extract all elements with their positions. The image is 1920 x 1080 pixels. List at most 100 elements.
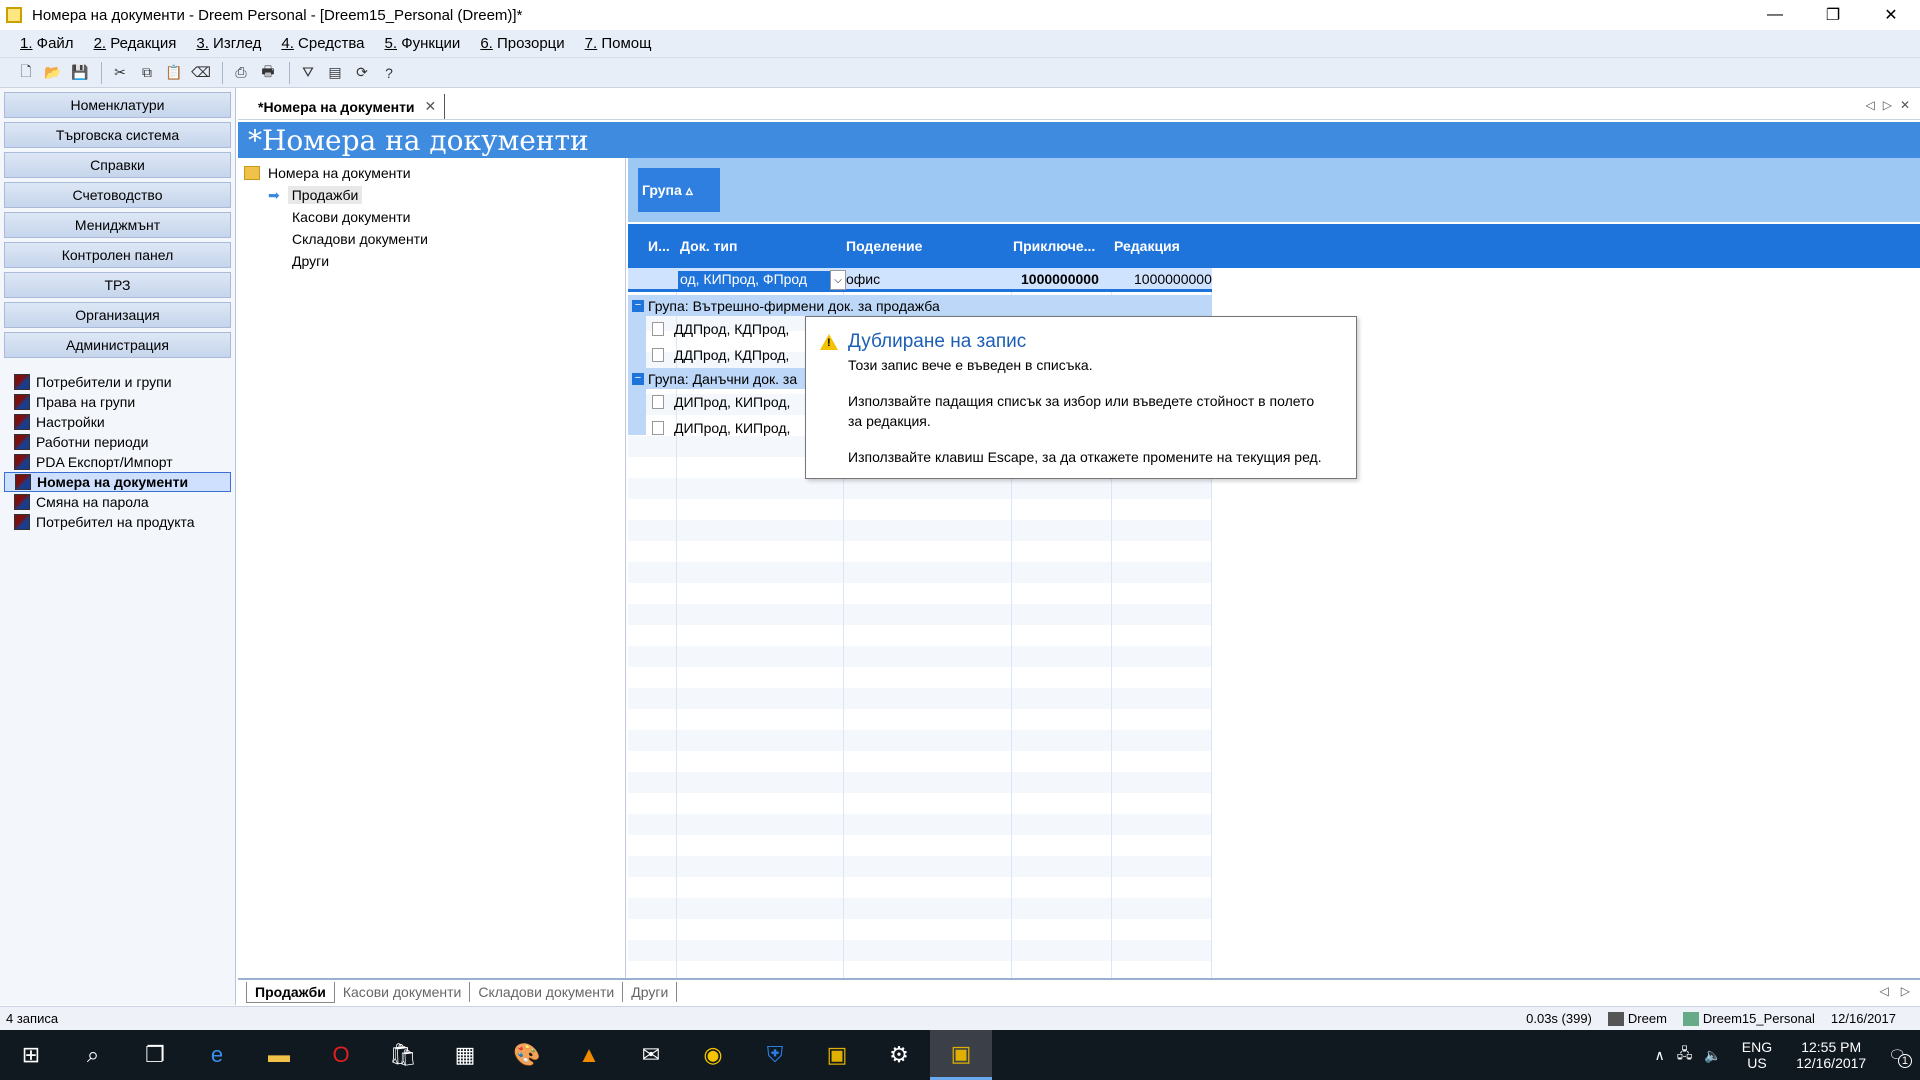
group-column-button[interactable]: Група ▵ xyxy=(638,168,720,212)
nav-control-panel[interactable]: Контролен панел xyxy=(4,242,231,268)
collapse-icon[interactable]: − xyxy=(632,299,644,312)
admin-item-doc-numbers[interactable]: Номера на документи xyxy=(4,472,231,492)
refresh-icon[interactable]: ⟳ xyxy=(350,61,374,85)
clock[interactable]: 12:55 PM 12/16/2017 xyxy=(1796,1039,1866,1071)
tab-other[interactable]: Други xyxy=(623,982,678,1002)
menu-file[interactable]: 1. Файл xyxy=(20,35,74,52)
opera-icon[interactable]: O xyxy=(310,1030,372,1080)
tab-next-icon[interactable]: ▷ xyxy=(1901,984,1910,998)
grid-stripe xyxy=(628,856,1212,877)
division-cell[interactable]: офис xyxy=(846,271,880,287)
file-explorer-icon[interactable]: ▬ xyxy=(248,1030,310,1080)
tab-warehouse[interactable]: Складови документи xyxy=(470,982,624,1002)
grid-stripe xyxy=(628,541,1212,562)
language-indicator[interactable]: ENG US xyxy=(1742,1039,1772,1071)
nav-reports[interactable]: Справки xyxy=(4,152,231,178)
column-header-edition[interactable]: Редакция xyxy=(1114,238,1180,254)
nav-administration[interactable]: Администрация xyxy=(4,332,231,358)
dreem-taskbar-icon[interactable]: ▣ xyxy=(806,1030,868,1080)
help-icon[interactable]: ? xyxy=(377,61,401,85)
admin-item-settings[interactable]: Настройки xyxy=(4,412,231,432)
nav-payroll[interactable]: ТРЗ xyxy=(4,272,231,298)
tree-item-other[interactable]: Други xyxy=(238,250,625,272)
column-header-id[interactable]: И... xyxy=(648,238,670,254)
tree-root[interactable]: Номера на документи xyxy=(238,162,625,184)
tab-sales[interactable]: Продажби xyxy=(246,981,335,1003)
edge-icon[interactable]: e xyxy=(186,1030,248,1080)
search-icon[interactable]: ⌕ xyxy=(62,1030,124,1080)
windows-start-icon[interactable]: ⊞ xyxy=(0,1030,62,1080)
cut-icon[interactable]: ✂ xyxy=(108,61,132,85)
admin-item-product-user[interactable]: Потребител на продукта xyxy=(4,512,231,532)
calculator-icon[interactable]: ▦ xyxy=(434,1030,496,1080)
admin-item-group-rights[interactable]: Права на групи xyxy=(4,392,231,412)
admin-item-users[interactable]: Потребители и групи xyxy=(4,372,231,392)
tree-item-sales[interactable]: ➡ Продажби xyxy=(238,184,625,206)
chevron-up-icon[interactable]: ∧ xyxy=(1654,1047,1664,1064)
chevron-down-icon[interactable]: ⌵ xyxy=(830,270,846,290)
network-icon[interactable]: 🖧 xyxy=(1677,1043,1693,1067)
filter-icon[interactable]: ⛛ xyxy=(296,61,320,85)
grid-stripe xyxy=(628,625,1212,646)
menu-view[interactable]: 3. Изглед xyxy=(196,35,261,52)
menu-windows[interactable]: 6. Прозорци xyxy=(480,35,564,52)
paint-icon[interactable]: 🎨 xyxy=(496,1030,558,1080)
nav-accounting[interactable]: Счетоводство xyxy=(4,182,231,208)
mail-icon[interactable]: ✉ xyxy=(620,1030,682,1080)
menu-help[interactable]: 7. Помощ xyxy=(585,35,652,52)
column-header-doc-type[interactable]: Док. тип xyxy=(680,238,737,254)
minimize-button[interactable]: — xyxy=(1746,0,1804,30)
print-preview-icon[interactable]: 🖶 xyxy=(256,61,280,85)
app-icon[interactable]: ◉ xyxy=(682,1030,744,1080)
menu-functions[interactable]: 5. Функции xyxy=(385,35,461,52)
tab-prev-icon[interactable]: ◁ xyxy=(1880,984,1889,998)
status-date: 12/16/2017 xyxy=(1830,1011,1896,1026)
admin-item-change-password[interactable]: Смяна на парола xyxy=(4,492,231,512)
toolbar-separator xyxy=(101,61,102,84)
edition-cell[interactable]: 1000000000 xyxy=(1134,271,1212,287)
doc-type-input[interactable]: од, КИПрод, ФПрод xyxy=(678,271,838,289)
store-icon[interactable]: 🛍 xyxy=(372,1030,434,1080)
menu-tools[interactable]: 4. Средства xyxy=(281,35,364,52)
close-tab-icon[interactable]: ✕ xyxy=(425,98,437,115)
new-icon[interactable]: 🗋 xyxy=(14,61,38,85)
tab-doc-numbers[interactable]: *Номера на документи ✕ xyxy=(250,94,446,119)
volume-icon[interactable]: 🔈 xyxy=(1704,1047,1721,1064)
nav-nomenclatures[interactable]: Номенклатури xyxy=(4,92,231,118)
restore-button[interactable]: ❐ xyxy=(1804,0,1862,30)
folder-icon xyxy=(244,166,260,180)
tooltip-text: за редакция. xyxy=(848,413,931,429)
window-icon[interactable]: ▤ xyxy=(323,61,347,85)
column-header-division[interactable]: Поделение xyxy=(846,238,922,254)
tab-cash[interactable]: Касови документи xyxy=(335,982,471,1002)
collapse-icon[interactable]: − xyxy=(632,372,644,385)
grid-stripe xyxy=(628,793,1212,814)
settings-icon[interactable]: ⚙ xyxy=(868,1030,930,1080)
dreem-active-icon[interactable]: ▣ xyxy=(930,1030,992,1080)
tree-item-warehouse[interactable]: Складови документи xyxy=(238,228,625,250)
paste-icon[interactable]: 📋 xyxy=(162,61,186,85)
print-icon[interactable]: ⎙ xyxy=(229,61,253,85)
nav-trade-system[interactable]: Търговска система xyxy=(4,122,231,148)
tab-next-icon[interactable]: ▷ xyxy=(1883,98,1892,112)
close-button[interactable]: ✕ xyxy=(1862,0,1920,30)
admin-item-work-periods[interactable]: Работни периоди xyxy=(4,432,231,452)
tree-item-cash[interactable]: Касови документи xyxy=(238,206,625,228)
nav-management[interactable]: Мениджмънт xyxy=(4,212,231,238)
menu-edit[interactable]: 2. Редакция xyxy=(94,35,177,52)
defender-icon[interactable]: ⛨ xyxy=(744,1030,806,1080)
nav-organization[interactable]: Организация xyxy=(4,302,231,328)
tab-close-all-icon[interactable]: ✕ xyxy=(1900,98,1910,112)
vlc-icon[interactable]: ▲ xyxy=(558,1030,620,1080)
copy-icon[interactable]: ⧉ xyxy=(135,61,159,85)
task-view-icon[interactable]: ❐ xyxy=(124,1030,186,1080)
save-icon[interactable]: 💾 xyxy=(68,61,92,85)
column-header-closed[interactable]: Приключе... xyxy=(1013,238,1095,254)
closed-cell[interactable]: 1000000000 xyxy=(1021,271,1099,287)
eraser-icon[interactable]: ⌫ xyxy=(189,61,213,85)
open-icon[interactable]: 📂 xyxy=(41,61,65,85)
admin-item-pda[interactable]: PDA Експорт/Импорт xyxy=(4,452,231,472)
tab-prev-icon[interactable]: ◁ xyxy=(1865,98,1874,112)
notification-icon[interactable]: 🗨 1 xyxy=(1888,1047,1912,1068)
group-row[interactable]: − Група: Вътрешно-фирмени док. за продаж… xyxy=(628,295,1212,316)
